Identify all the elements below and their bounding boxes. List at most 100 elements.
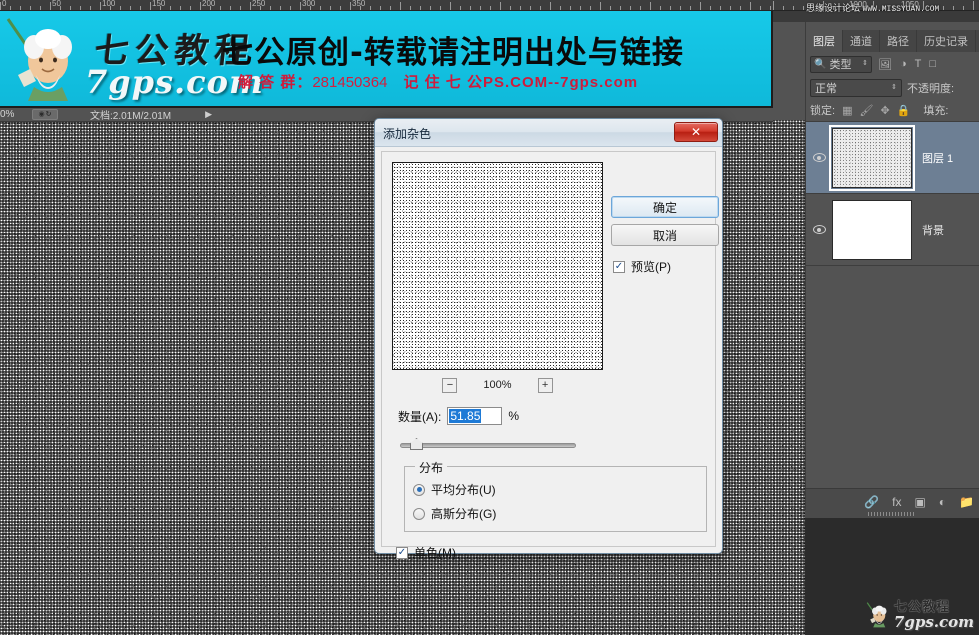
fx-icon[interactable]: fx	[892, 495, 901, 509]
preview-checkbox-row[interactable]: ✓ 预览(P)	[613, 258, 671, 275]
layer-list: 图层 1 背景	[806, 121, 979, 266]
close-icon[interactable]: ✕	[674, 122, 718, 142]
status-menu-arrow-icon[interactable]: ▶	[205, 109, 212, 120]
zoom-level[interactable]: 0%	[0, 109, 28, 120]
ruler-tick	[973, 1, 974, 10]
ruler-tick	[650, 2, 651, 10]
layer-row-1[interactable]: 图层 1	[806, 122, 979, 194]
all-lock-icon[interactable]: 🔒	[897, 104, 911, 117]
radio-uniform[interactable]: 平均分布(U)	[413, 481, 496, 498]
ruler-label: 200	[202, 0, 216, 8]
amount-row: 数量(A): 51.85 %	[398, 407, 519, 425]
preview-toggle-icon[interactable]: ◉ ↻	[32, 109, 58, 120]
group-icon[interactable]: 📁	[959, 495, 974, 509]
ruler-tick	[500, 2, 501, 10]
zoom-in-button[interactable]: +	[537, 377, 553, 393]
ruler-tick	[773, 1, 774, 10]
layer-thumbnail-wrap-1	[829, 124, 915, 191]
layer-filter-type-select[interactable]: 🔍 类型 ⇕	[810, 55, 872, 73]
ruler-tick	[230, 6, 231, 10]
radio-button-icon[interactable]	[413, 483, 425, 496]
ruler-tick	[400, 2, 401, 10]
watermark-top: 思缘设计论坛 WWW.MISSYUAN.COM	[806, 1, 939, 14]
ruler-tick	[140, 6, 141, 10]
layer-thumbnail-1[interactable]	[829, 124, 915, 191]
ruler-tick	[80, 6, 81, 10]
ruler-tick	[510, 6, 511, 10]
tab-layers[interactable]: 图层	[806, 30, 843, 52]
brush-lock-icon[interactable]: 🖌	[859, 104, 873, 117]
ruler-tick	[590, 6, 591, 10]
amount-input[interactable]: 51.85	[447, 407, 503, 425]
panel-resize-grip[interactable]	[805, 510, 979, 518]
slider-track[interactable]	[400, 443, 576, 448]
amount-slider[interactable]	[400, 438, 576, 452]
ruler-tick	[740, 6, 741, 10]
layers-panel: 图层 通道 路径 历史记录 🔍 类型 ⇕ 🖼 ◑ T □ 正常 ⇕ 不透明度: …	[805, 22, 979, 514]
ruler-tick	[180, 6, 181, 10]
layer-name-1[interactable]: 图层 1	[914, 150, 953, 166]
layer-row-2[interactable]: 背景	[806, 194, 979, 266]
ruler-tick	[380, 6, 381, 10]
ruler-tick	[220, 6, 221, 10]
shape-icon[interactable]: □	[929, 58, 936, 70]
ruler-tick	[530, 6, 531, 10]
lock-row: 锁定: ▦ 🖌 ✥ 🔒 填充:	[806, 99, 979, 121]
monochrome-label: 单色(M)	[414, 546, 456, 560]
fill-label: 填充:	[923, 105, 949, 117]
ruler-tick	[340, 6, 341, 10]
tab-channels[interactable]: 通道	[843, 30, 880, 52]
horizontal-ruler: 0 50 100 150 200 250 300 350	[0, 0, 811, 11]
ruler-tick	[630, 6, 631, 10]
watermark-bottom: 七公教程 7gps.com	[866, 598, 974, 632]
type-icon[interactable]: T	[915, 58, 922, 70]
ok-button[interactable]: 确定	[611, 196, 719, 218]
mask-icon[interactable]: ▣	[914, 495, 925, 509]
ruler-label: 250	[252, 0, 266, 8]
radio-gaussian[interactable]: 高斯分布(G)	[413, 505, 496, 522]
ruler-tick	[350, 2, 351, 10]
tab-history[interactable]: 历史记录	[917, 30, 976, 52]
ruler-tick	[670, 6, 671, 10]
ruler-tick	[570, 6, 571, 10]
transparency-lock-icon[interactable]: ▦	[842, 104, 852, 117]
blend-mode-row: 正常 ⇕ 不透明度:	[806, 76, 979, 99]
layer-name-2[interactable]: 背景	[914, 222, 944, 238]
checkbox-icon[interactable]: ✓	[396, 546, 408, 559]
monochrome-row[interactable]: ✓ 单色(M)	[396, 544, 456, 561]
search-icon: 🔍	[814, 58, 827, 70]
blend-mode-select[interactable]: 正常 ⇕	[810, 78, 902, 97]
ruler-label: 0	[2, 0, 7, 8]
lock-label: 锁定:	[810, 105, 836, 117]
watermark-site-url: WWW.MISSYUAN.COM	[862, 5, 940, 14]
ruler-tick	[783, 6, 784, 10]
opacity-label: 不透明度:	[907, 82, 955, 95]
dialog-body: − 100% + 数量(A): 51.85 % 分布 平均分布(U) 高斯分布(…	[381, 151, 719, 560]
layer-visibility-toggle-1[interactable]	[808, 153, 830, 162]
banner-qq-label: 解 答 群：	[238, 74, 313, 91]
ruler-tick	[240, 6, 241, 10]
dialog-title-bar[interactable]: 添加杂色 ✕	[375, 119, 722, 147]
panel-tab-bar: 图层 通道 路径 历史记录	[806, 30, 979, 52]
ruler-tick	[680, 6, 681, 10]
noise-preview[interactable]	[392, 162, 603, 370]
document-size-label: 文档:2.01M/2.01M	[90, 111, 172, 122]
image-icon[interactable]: 🖼	[878, 58, 892, 71]
layer-thumbnail-2[interactable]	[832, 199, 912, 260]
radio-button-icon[interactable]	[413, 507, 425, 520]
ruler-tick	[130, 6, 131, 10]
layer-visibility-toggle-2[interactable]	[808, 225, 830, 234]
mascot-icon	[866, 602, 887, 628]
ruler-tick	[700, 2, 701, 10]
link-icon[interactable]: 🔗	[864, 495, 879, 509]
adjustment-layer-icon[interactable]: ◐	[939, 495, 946, 509]
move-lock-icon[interactable]: ✥	[880, 104, 889, 117]
photoshop-window: 0 50 100 150 200 250 300 350 七公教程 7gps.com 七公原创…	[0, 0, 979, 635]
adjustment-icon[interactable]: ◑	[900, 58, 907, 70]
zoom-out-button[interactable]: −	[442, 377, 458, 393]
slider-handle[interactable]	[410, 438, 423, 450]
cancel-button[interactable]: 取消	[611, 224, 719, 246]
ruler-label: 350	[352, 0, 366, 8]
tab-paths[interactable]: 路径	[880, 30, 917, 52]
checkbox-icon[interactable]: ✓	[613, 260, 625, 273]
